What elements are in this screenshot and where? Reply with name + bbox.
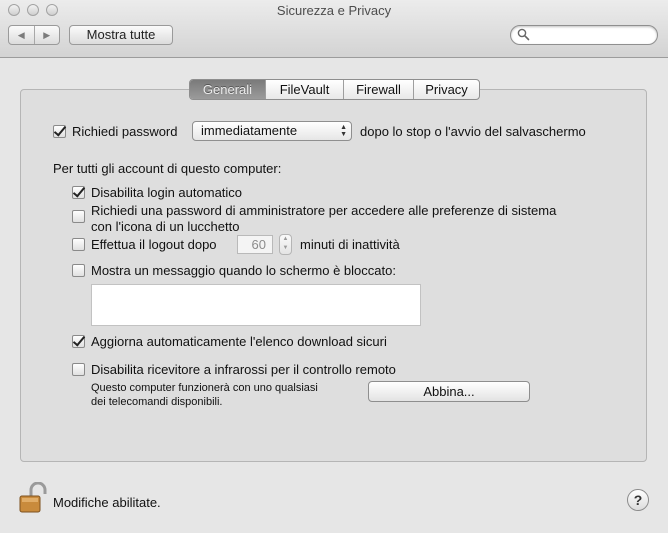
- lock-status-label: Modifiche abilitate.: [53, 495, 161, 510]
- back-button[interactable]: ◀: [9, 26, 34, 44]
- back-arrow-icon: ◀: [17, 29, 25, 40]
- logout-suffix: minuti di inattività: [300, 237, 400, 252]
- admin-password-label-line1: Richiedi una password di amministratore …: [91, 203, 557, 218]
- admin-password-checkbox[interactable]: [72, 210, 85, 223]
- stepper-up-icon: ▲: [282, 236, 289, 242]
- infrared-note-line1: Questo computer funzionerà con uno quals…: [91, 382, 318, 394]
- lock-message-label: Mostra un messaggio quando lo schermo è …: [91, 263, 396, 278]
- disable-autologin-row: Disabilita login automatico: [72, 185, 242, 200]
- infrared-note: Questo computer funzionerà con uno quals…: [91, 381, 318, 409]
- logout-label: Effettua il logout dopo: [91, 237, 217, 252]
- toolbar: Sicurezza e Privacy ◀ ▶ Mostra tutte: [0, 0, 668, 58]
- history-navigation: ◀ ▶: [8, 25, 60, 45]
- auto-update-label: Aggiorna automaticamente l'elenco downlo…: [91, 334, 387, 349]
- unlocked-padlock-icon[interactable]: [18, 482, 48, 514]
- admin-password-label-line2: con l'icona di un lucchetto: [91, 219, 240, 234]
- search-field[interactable]: [510, 25, 658, 45]
- tab-privacy[interactable]: Privacy: [413, 80, 479, 99]
- require-password-suffix: dopo lo stop o l'avvio del salvaschermo: [360, 124, 586, 139]
- infrared-row: Disabilita ricevitore a infrarossi per i…: [72, 362, 396, 377]
- logout-row: Effettua il logout dopo: [72, 237, 217, 252]
- tab-filevault[interactable]: FileVault: [265, 80, 343, 99]
- infrared-label: Disabilita ricevitore a infrarossi per i…: [91, 362, 396, 377]
- logout-minutes-stepper[interactable]: ▲ ▼: [279, 234, 292, 255]
- select-arrows-icon: ▲ ▼: [340, 124, 347, 138]
- require-password-checkbox[interactable]: [53, 125, 66, 138]
- preferences-window: Sicurezza e Privacy ◀ ▶ Mostra tutte Gen…: [0, 0, 668, 533]
- search-icon: [517, 28, 530, 41]
- require-password-label: Richiedi password: [72, 124, 178, 139]
- logout-minutes-field[interactable]: 60: [237, 235, 273, 254]
- auto-update-row: Aggiorna automaticamente l'elenco downlo…: [72, 334, 387, 349]
- require-password-row: Richiedi password: [53, 124, 178, 139]
- search-input[interactable]: [531, 27, 651, 43]
- lock-message-textarea[interactable]: [91, 284, 421, 326]
- disable-autologin-checkbox[interactable]: [72, 186, 85, 199]
- disable-autologin-label: Disabilita login automatico: [91, 185, 243, 200]
- infrared-checkbox[interactable]: [72, 363, 85, 376]
- require-password-delay-select[interactable]: immediatamente ▲ ▼: [192, 121, 352, 141]
- lock-message-checkbox[interactable]: [72, 264, 85, 277]
- pair-button[interactable]: Abbina...: [368, 381, 530, 402]
- forward-arrow-icon: ▶: [43, 29, 51, 40]
- help-button[interactable]: ?: [627, 489, 649, 511]
- lock-message-row: Mostra un messaggio quando lo schermo è …: [72, 263, 396, 278]
- auto-update-checkbox[interactable]: [72, 335, 85, 348]
- tab-bar: Generali FileVault Firewall Privacy: [189, 79, 480, 100]
- tab-firewall[interactable]: Firewall: [343, 80, 413, 99]
- stepper-down-icon: ▼: [282, 245, 289, 251]
- require-password-delay-value: immediatamente: [201, 123, 298, 138]
- infrared-note-line2: dei telecomandi disponibili.: [91, 396, 223, 408]
- show-all-button[interactable]: Mostra tutte: [69, 25, 173, 45]
- admin-password-row: Richiedi una password di amministratore …: [72, 203, 556, 235]
- window-title: Sicurezza e Privacy: [276, 3, 392, 18]
- tab-generali[interactable]: Generali: [190, 80, 265, 99]
- forward-button[interactable]: ▶: [33, 26, 60, 44]
- accounts-heading: Per tutti gli account di questo computer…: [53, 161, 282, 176]
- logout-checkbox[interactable]: [72, 238, 85, 251]
